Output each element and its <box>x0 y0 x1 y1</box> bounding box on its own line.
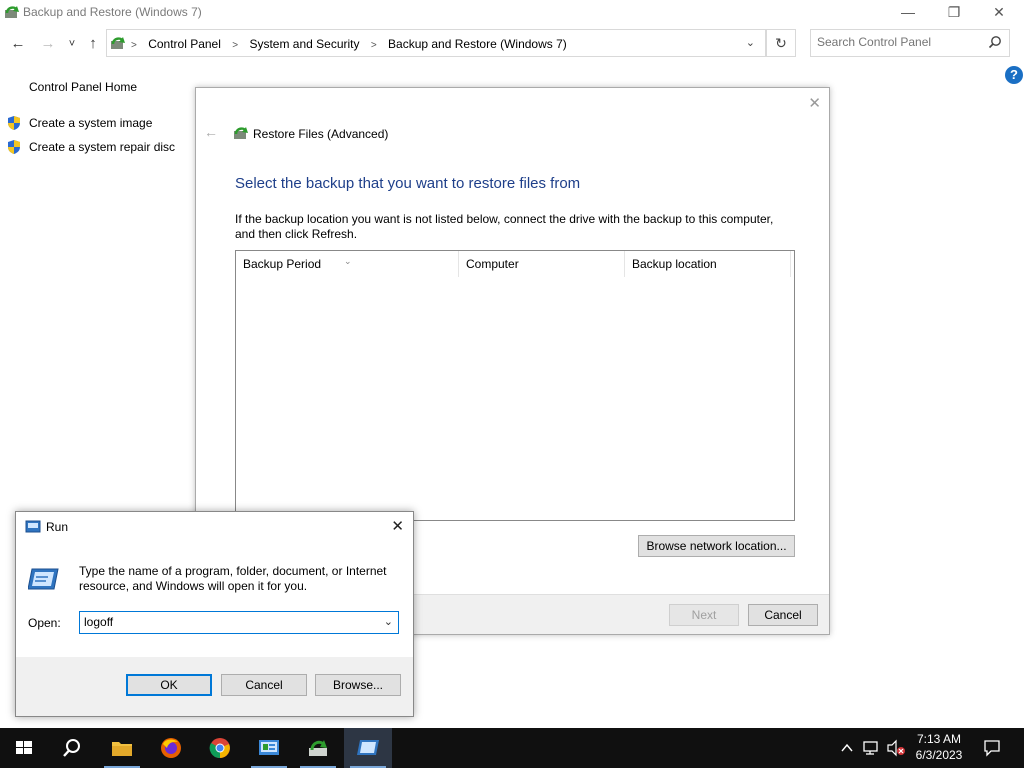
control-panel-home-link[interactable]: Control Panel Home <box>29 80 137 94</box>
show-hidden-icons-button[interactable] <box>836 728 858 768</box>
cancel-button[interactable]: Cancel <box>221 674 307 696</box>
chevron-right-icon[interactable]: > <box>131 40 137 51</box>
back-arrow-icon[interactable]: ← <box>204 124 218 140</box>
sort-indicator-icon: ⌄ <box>344 256 352 266</box>
backup-icon <box>309 740 327 756</box>
run-instructions: Type the name of a program, folder, docu… <box>79 564 387 593</box>
chrome-icon <box>209 738 230 759</box>
close-icon[interactable]: ✕ <box>391 517 404 535</box>
clock-time: 7:13 AM <box>916 732 962 746</box>
breadcrumb: > Control Panel > System and Security > … <box>131 37 567 51</box>
ok-button[interactable]: OK <box>126 674 212 696</box>
create-repair-disc-label: Create a system repair disc <box>29 140 176 154</box>
taskbar-search-button[interactable] <box>48 728 96 768</box>
network-icon <box>863 741 878 755</box>
control-panel-icon <box>259 740 279 755</box>
recent-locations-button[interactable]: ˅ <box>62 34 82 54</box>
dialog-title: Restore Files (Advanced) <box>253 127 389 141</box>
network-button[interactable] <box>859 728 883 768</box>
refresh-button[interactable]: ↻ <box>766 29 796 57</box>
taskbar: 7:13 AM 6/3/2023 <box>0 728 1024 768</box>
taskbar-file-explorer[interactable] <box>98 728 146 768</box>
up-button[interactable]: ↑ <box>83 34 103 54</box>
chevron-right-icon[interactable]: > <box>232 40 238 51</box>
page-title: Select the backup that you want to resto… <box>235 175 581 192</box>
cancel-button[interactable]: Cancel <box>748 604 818 626</box>
create-system-image-label: Create a system image <box>29 116 153 130</box>
taskbar-control-panel[interactable] <box>245 728 293 768</box>
start-button[interactable] <box>0 728 48 768</box>
forward-button[interactable]: → <box>38 34 58 54</box>
window-title: Backup and Restore (Windows 7) <box>23 5 202 19</box>
browse-network-location-button[interactable]: Browse network location... <box>638 535 795 557</box>
run-dialog-title: Run <box>46 520 69 534</box>
column-header-backup-period[interactable]: Backup Period ⌄ <box>236 251 459 277</box>
close-icon[interactable]: ✕ <box>808 94 821 112</box>
chevron-right-icon[interactable]: > <box>371 40 377 51</box>
breadcrumb-system-security[interactable]: System and Security <box>249 37 359 51</box>
search-icon <box>63 739 80 757</box>
run-icon <box>25 520 41 533</box>
system-clock[interactable]: 7:13 AM 6/3/2023 <box>908 731 970 763</box>
browse-button[interactable]: Browse... <box>315 674 401 696</box>
uac-shield-icon <box>8 116 20 130</box>
search-icon <box>988 36 1001 49</box>
taskbar-firefox[interactable] <box>147 728 195 768</box>
search-box[interactable] <box>810 29 1010 57</box>
title-bar: Backup and Restore (Windows 7) — ❐ ✕ <box>0 0 1024 28</box>
help-icon[interactable]: ? <box>1005 66 1023 84</box>
volume-button[interactable] <box>884 728 908 768</box>
notifications-button[interactable] <box>978 728 1006 768</box>
uac-shield-icon <box>8 140 20 154</box>
address-bar[interactable]: > Control Panel > System and Security > … <box>106 29 766 57</box>
volume-muted-icon <box>887 739 905 757</box>
start-icon <box>16 741 32 754</box>
open-label: Open: <box>28 616 61 630</box>
address-row: ← → ˅ ↑ > Control Panel > System and Sec… <box>0 28 1024 60</box>
backup-list[interactable]: Backup Period ⌄ Computer Backup location <box>235 250 795 521</box>
firefox-icon <box>161 738 181 758</box>
minimize-button[interactable]: — <box>885 0 931 26</box>
close-button[interactable]: ✕ <box>976 0 1022 26</box>
clock-date: 6/3/2023 <box>915 748 963 762</box>
breadcrumb-backup-restore[interactable]: Backup and Restore (Windows 7) <box>388 37 567 51</box>
taskbar-run[interactable] <box>344 728 392 768</box>
open-input[interactable] <box>84 615 364 629</box>
run-program-icon <box>28 568 59 590</box>
search-input[interactable] <box>817 35 977 49</box>
column-label: Backup Period <box>243 257 322 271</box>
file-explorer-icon <box>112 742 132 756</box>
chevron-down-icon[interactable]: ⌄ <box>746 36 755 49</box>
next-button[interactable]: Next <box>669 604 739 626</box>
taskbar-chrome[interactable] <box>196 728 244 768</box>
instructions-text: If the backup location you want is not l… <box>235 212 774 241</box>
column-header-computer[interactable]: Computer <box>459 251 625 277</box>
maximize-button[interactable]: ❐ <box>931 0 977 26</box>
run-icon <box>357 740 379 755</box>
backup-restore-icon <box>234 127 248 139</box>
taskbar-backup[interactable] <box>294 728 342 768</box>
notification-icon <box>984 740 1000 757</box>
chevron-up-icon <box>841 743 853 752</box>
open-combobox[interactable]: ⌄ <box>79 611 399 634</box>
chevron-down-icon[interactable]: ⌄ <box>384 615 393 628</box>
back-button[interactable]: ← <box>8 34 28 54</box>
column-header-backup-location[interactable]: Backup location <box>625 251 791 277</box>
backup-restore-icon <box>5 6 19 18</box>
breadcrumb-control-panel[interactable]: Control Panel <box>148 37 221 51</box>
run-dialog: Run ✕ Type the name of a program, folder… <box>15 511 414 717</box>
control-panel-icon <box>111 37 125 49</box>
